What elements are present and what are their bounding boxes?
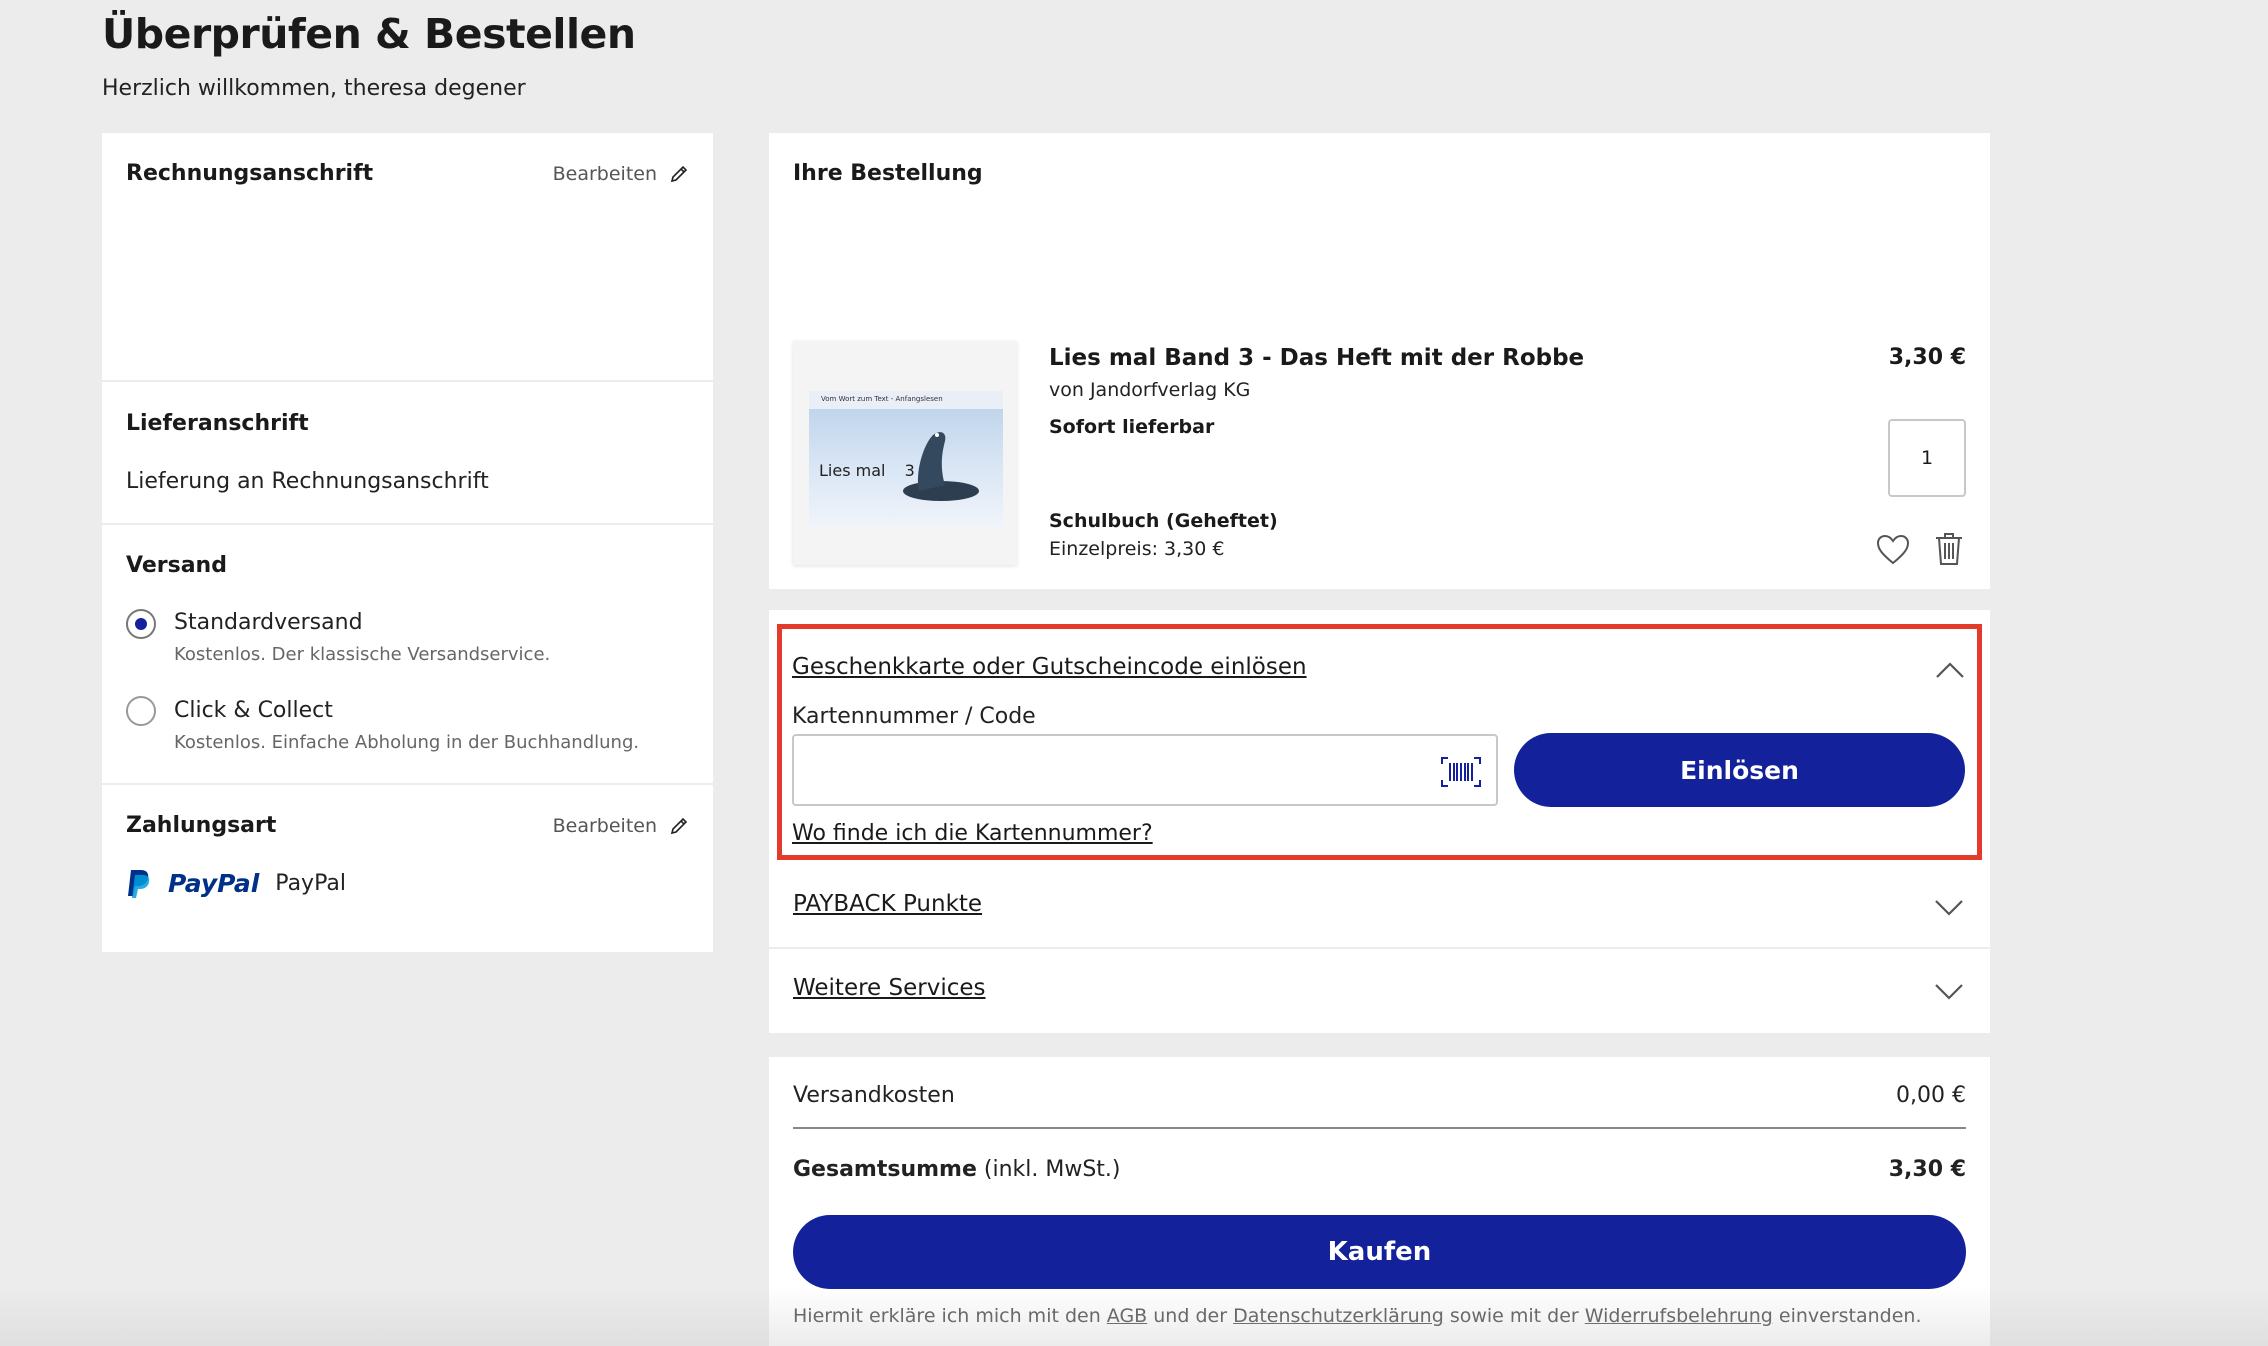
payment-edit-label: Bearbeiten bbox=[552, 815, 657, 837]
delivery-address: Lieferung an Rechnungsanschrift bbox=[126, 469, 489, 494]
product-unit-price: Einzelpreis: 3,30 € bbox=[1049, 538, 1225, 560]
chevron-down-icon[interactable] bbox=[1934, 899, 1964, 917]
order-card: Ihre Bestellung Vom Wort zum Text - Anfa… bbox=[769, 133, 1990, 589]
weitere-services-link[interactable]: Weitere Services bbox=[793, 975, 986, 1001]
product-type: Schulbuch (Geheftet) bbox=[1049, 510, 1278, 532]
trash-icon[interactable] bbox=[1934, 532, 1964, 566]
service-row-payback[interactable]: PAYBACK Punkte bbox=[769, 865, 1990, 949]
option-description: Kostenlos. Einfache Abholung in der Buch… bbox=[174, 732, 640, 753]
pencil-icon bbox=[670, 817, 688, 835]
withdrawal-link[interactable]: Widerrufsbelehrung bbox=[1585, 1305, 1773, 1327]
page-title: Überprüfen & Bestellen bbox=[102, 10, 636, 58]
payback-link[interactable]: PAYBACK Punkte bbox=[793, 891, 982, 917]
coupon-code-input[interactable] bbox=[792, 734, 1498, 806]
chevron-down-icon[interactable] bbox=[1934, 983, 1964, 1001]
divider bbox=[102, 380, 713, 382]
payment-method: PayPal PayPal bbox=[126, 868, 346, 898]
totals-card: Versandkosten 0,00 € Gesamtsumme (inkl. … bbox=[769, 1057, 1990, 1346]
paypal-logo-text: PayPal bbox=[168, 868, 260, 898]
shipping-cost-value: 0,00 € bbox=[1896, 1083, 1966, 1108]
option-description: Kostenlos. Der klassische Versandservice… bbox=[174, 644, 551, 665]
payment-edit-link[interactable]: Bearbeiten bbox=[553, 815, 689, 837]
coupon-field-label: Kartennummer / Code bbox=[792, 704, 1036, 729]
barcode-scan-icon[interactable] bbox=[1440, 756, 1482, 788]
payment-method-label: PayPal bbox=[275, 870, 346, 896]
services-card: Geschenkkarte oder Gutscheincode einlöse… bbox=[769, 610, 1990, 1033]
total-value: 3,30 € bbox=[1888, 1157, 1966, 1182]
checkout-summary-left: Rechnungsanschrift Bearbeiten Lieferansc… bbox=[102, 133, 713, 952]
privacy-link[interactable]: Datenschutzerklärung bbox=[1233, 1305, 1444, 1327]
total-label: Gesamtsumme (inkl. MwSt.) bbox=[793, 1157, 1121, 1182]
radio-standardversand[interactable] bbox=[126, 609, 156, 639]
shipping-title: Versand bbox=[126, 553, 227, 578]
pencil-icon bbox=[670, 165, 688, 183]
redeem-button[interactable]: Einlösen bbox=[1514, 733, 1965, 807]
divider bbox=[102, 783, 713, 785]
product-name[interactable]: Lies mal Band 3 - Das Heft mit der Robbe bbox=[1049, 345, 1584, 371]
paypal-logo-icon bbox=[128, 870, 150, 898]
book-cover: Vom Wort zum Text - Anfangslesen Lies ma… bbox=[809, 391, 1003, 527]
coupon-section: Geschenkkarte oder Gutscheincode einlöse… bbox=[777, 624, 1982, 860]
service-row-weitere[interactable]: Weitere Services bbox=[769, 949, 1990, 1033]
product-availability: Sofort lieferbar bbox=[1049, 416, 1215, 438]
option-label[interactable]: Click & Collect bbox=[174, 698, 333, 723]
product-publisher: von Jandorfverlag KG bbox=[1049, 379, 1251, 401]
divider bbox=[102, 523, 713, 525]
quantity-input[interactable]: 1 bbox=[1888, 419, 1966, 497]
heart-icon[interactable] bbox=[1876, 534, 1910, 566]
delivery-title: Lieferanschrift bbox=[126, 411, 309, 436]
product-image[interactable]: Vom Wort zum Text - Anfangslesen Lies ma… bbox=[793, 341, 1017, 565]
legal-consent-text: Hiermit erkläre ich mich mit den AGB und… bbox=[793, 1305, 1922, 1327]
billing-title: Rechnungsanschrift bbox=[126, 161, 374, 186]
radio-click-collect[interactable] bbox=[126, 696, 156, 726]
chevron-up-icon[interactable] bbox=[1935, 661, 1965, 679]
payment-title: Zahlungsart bbox=[126, 813, 277, 838]
product-price: 3,30 € bbox=[1888, 345, 1966, 370]
cover-top-text: Vom Wort zum Text - Anfangslesen bbox=[809, 391, 1003, 409]
agb-link[interactable]: AGB bbox=[1107, 1305, 1147, 1327]
card-number-help-link[interactable]: Wo finde ich die Kartennummer? bbox=[792, 821, 1153, 846]
divider bbox=[793, 1127, 1966, 1129]
billing-edit-label: Bearbeiten bbox=[552, 163, 657, 185]
billing-edit-link[interactable]: Bearbeiten bbox=[553, 163, 689, 185]
buy-button[interactable]: Kaufen bbox=[793, 1215, 1966, 1289]
shipping-cost-label: Versandkosten bbox=[793, 1083, 955, 1108]
option-label[interactable]: Standardversand bbox=[174, 610, 363, 635]
cover-title: Lies mal 3 bbox=[819, 461, 915, 480]
coupon-toggle-link[interactable]: Geschenkkarte oder Gutscheincode einlöse… bbox=[792, 654, 1307, 680]
welcome-text: Herzlich willkommen, theresa degener bbox=[102, 76, 526, 101]
order-title: Ihre Bestellung bbox=[793, 161, 983, 186]
